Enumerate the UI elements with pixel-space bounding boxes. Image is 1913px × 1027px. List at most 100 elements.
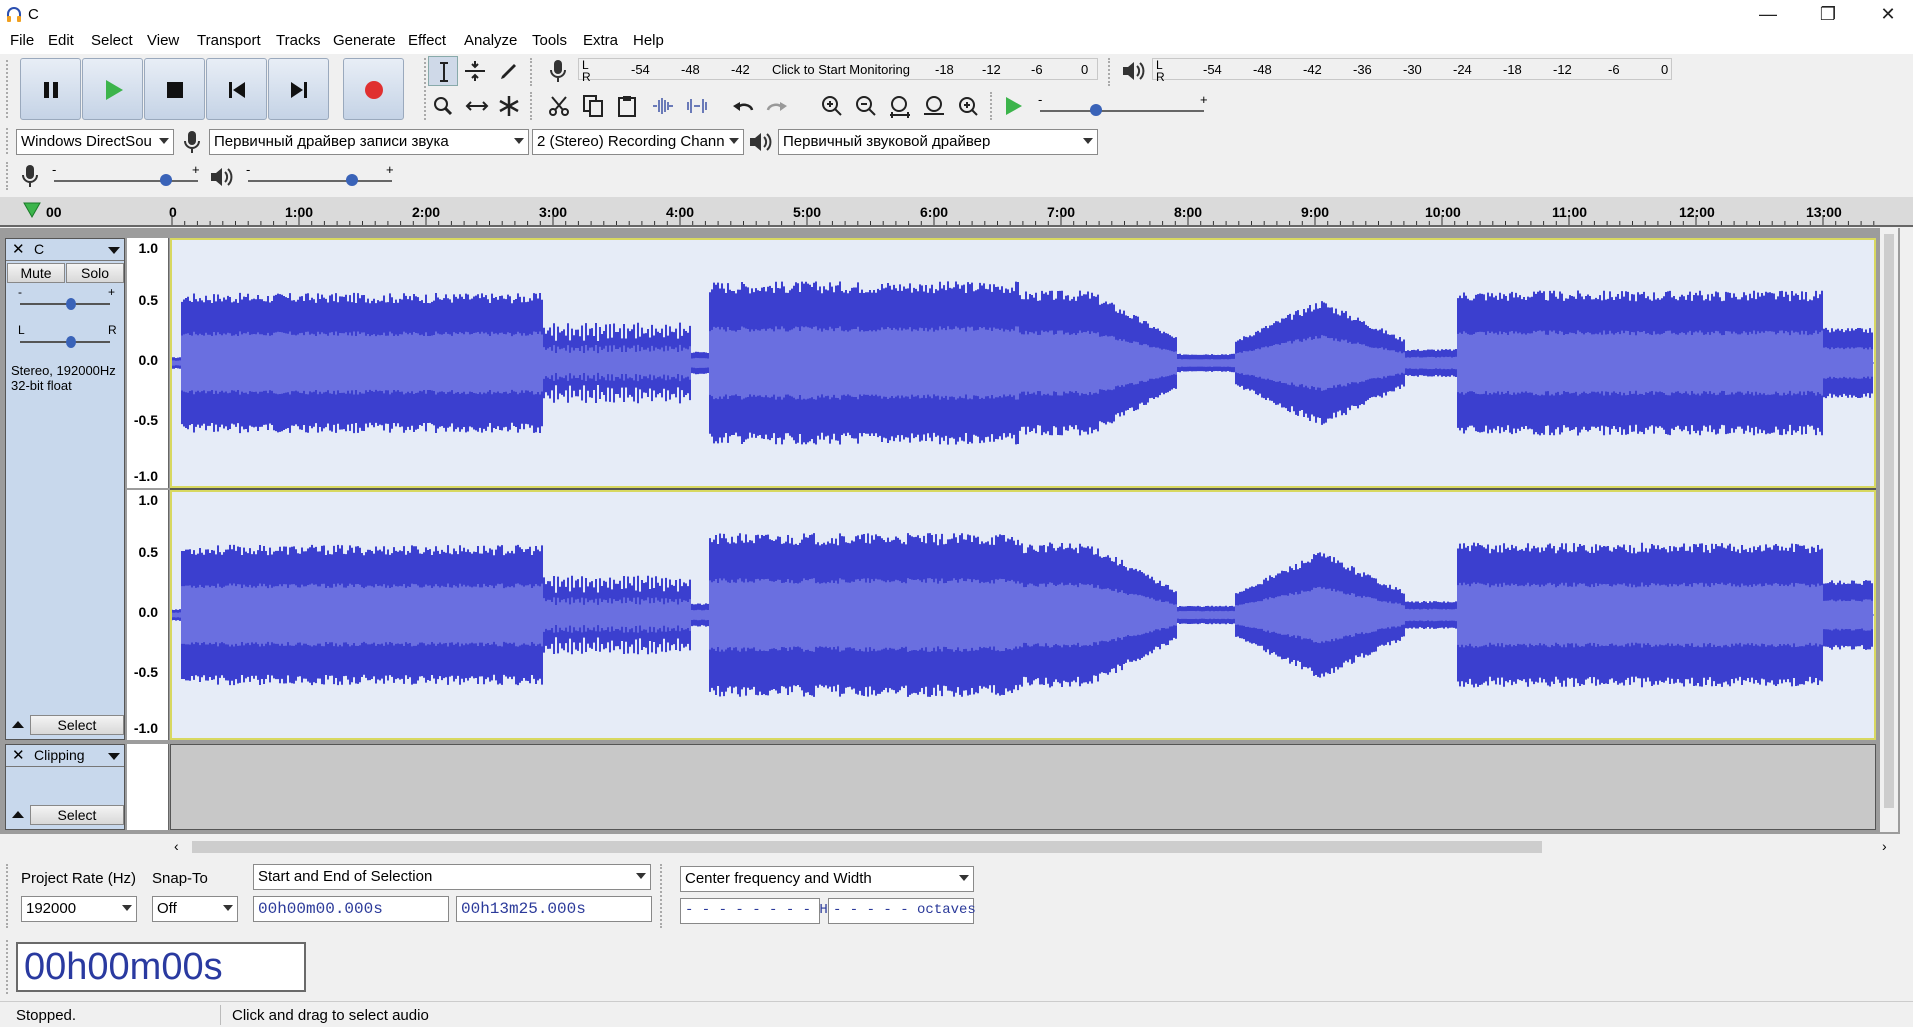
draw-tool-button[interactable] — [494, 56, 524, 86]
toolbar-grip[interactable] — [6, 162, 12, 190]
toolbar-grip[interactable] — [6, 940, 12, 994]
pan-slider[interactable]: L R — [16, 323, 117, 353]
track-name-menu[interactable]: Clipping — [34, 747, 85, 763]
toolbar-grip[interactable] — [530, 92, 536, 120]
collapse-track-icon[interactable] — [12, 811, 24, 818]
minimize-button[interactable]: — — [1743, 0, 1793, 30]
menu-edit[interactable]: Edit — [48, 32, 74, 49]
amplitude-scale-right-channel[interactable]: 1.0 0.5 0.0 -0.5 -1.0 — [127, 490, 169, 740]
envelope-tool-button[interactable] — [460, 56, 490, 86]
menu-analyze[interactable]: Analyze — [464, 32, 517, 49]
slider-thumb[interactable] — [346, 174, 358, 186]
fit-project-button[interactable] — [919, 91, 949, 121]
audio-host-select[interactable]: Windows DirectSou — [16, 129, 174, 155]
selection-start-time[interactable]: 00h00m00.000s — [253, 896, 449, 922]
recording-volume-slider[interactable]: - + — [50, 162, 204, 188]
silence-audio-button[interactable] — [682, 91, 712, 121]
close-track-icon[interactable]: ✕ — [12, 746, 25, 764]
play-button[interactable] — [82, 58, 143, 120]
menu-view[interactable]: View — [147, 32, 179, 49]
slider-thumb[interactable] — [160, 174, 172, 186]
skip-to-start-button[interactable] — [206, 58, 267, 120]
slider-thumb[interactable] — [66, 298, 76, 310]
vertical-scrollbar[interactable] — [1880, 228, 1898, 832]
menu-tools[interactable]: Tools — [532, 32, 567, 49]
microphone-icon[interactable] — [546, 58, 570, 84]
center-frequency-field[interactable]: - - - - - - - - Hz — [680, 898, 836, 924]
gain-slider[interactable]: - + — [16, 285, 116, 315]
menu-help[interactable]: Help — [633, 32, 664, 49]
scroll-right-icon[interactable]: › — [1882, 838, 1887, 854]
selection-end-time[interactable]: 00h13m25.000s — [456, 896, 652, 922]
redo-button[interactable] — [762, 91, 792, 121]
zoom-in-button[interactable] — [817, 91, 847, 121]
restore-button[interactable]: ❐ — [1803, 0, 1853, 30]
close-button[interactable]: ✕ — [1863, 0, 1913, 30]
zoom-tool-button[interactable] — [428, 91, 458, 121]
menu-select[interactable]: Select — [91, 32, 133, 49]
select-track-button[interactable]: Select — [30, 715, 124, 735]
multi-tool-button[interactable] — [494, 91, 524, 121]
spectral-mode-select[interactable]: Center frequency and Width — [680, 866, 974, 892]
menu-generate[interactable]: Generate — [333, 32, 396, 49]
select-track-button[interactable]: Select — [30, 805, 124, 825]
recording-device-select[interactable]: Первичный драйвер записи звука — [209, 129, 529, 155]
collapse-track-icon[interactable] — [12, 721, 24, 728]
waveform-left-channel[interactable] — [170, 238, 1876, 488]
speaker-icon[interactable] — [1120, 58, 1146, 84]
scrollbar-thumb[interactable] — [192, 841, 1542, 853]
trim-audio-button[interactable] — [648, 91, 678, 121]
recording-meter[interactable]: L R -54 -48 -42 Click to Start Monitorin… — [578, 58, 1098, 84]
selection-tool-button[interactable] — [428, 56, 458, 86]
bandwidth-field[interactable]: - - - - - octaves — [828, 898, 976, 924]
slider-thumb[interactable] — [66, 336, 76, 348]
toolbar-grip[interactable] — [6, 864, 12, 928]
toolbar-grip[interactable] — [6, 128, 12, 154]
toolbar-grip[interactable] — [990, 92, 996, 120]
playback-meter[interactable]: L R -54 -48 -42 -36 -30 -24 -18 -12 -6 0 — [1152, 58, 1672, 84]
project-rate-select[interactable]: 192000 — [21, 896, 137, 922]
record-button[interactable] — [343, 58, 404, 120]
solo-button[interactable]: Solo — [66, 263, 124, 283]
label-track-area[interactable] — [170, 744, 1876, 830]
amplitude-scale-left-channel[interactable]: 1.0 0.5 0.0 -0.5 -1.0 — [127, 238, 169, 488]
skip-to-end-button[interactable] — [268, 58, 329, 120]
playback-device-select[interactable]: Первичный звуковой драйвер — [778, 129, 1098, 155]
toolbar-grip[interactable] — [1108, 58, 1114, 86]
stop-button[interactable] — [144, 58, 205, 120]
track-name-menu[interactable]: C — [34, 241, 44, 257]
undo-button[interactable] — [728, 91, 758, 121]
toolbar-grip[interactable] — [530, 58, 536, 86]
playback-speed-slider[interactable]: - + — [1036, 92, 1210, 118]
menu-tracks[interactable]: Tracks — [276, 32, 320, 49]
zoom-toggle-button[interactable] — [953, 91, 983, 121]
time-shift-tool-button[interactable] — [462, 91, 492, 121]
play-at-speed-button[interactable] — [998, 91, 1028, 121]
play-head-icon[interactable] — [22, 201, 42, 219]
snap-to-select[interactable]: Off — [152, 896, 238, 922]
toolbar-grip[interactable] — [660, 864, 666, 928]
timeline-ruler[interactable]: 00 0 1:00 2:00 3:00 4:00 5:00 6:00 7:00 … — [0, 197, 1913, 227]
audio-position-display[interactable]: 00h00m00s — [16, 942, 306, 992]
track-menu-arrow-icon[interactable] — [108, 753, 120, 760]
recording-channels-select[interactable]: 2 (Stereo) Recording Chann — [532, 129, 744, 155]
scrollbar-thumb[interactable] — [1884, 234, 1894, 808]
playback-volume-slider[interactable]: - + — [244, 162, 400, 188]
scroll-left-icon[interactable]: ‹ — [174, 838, 179, 854]
menu-extra[interactable]: Extra — [583, 32, 618, 49]
paste-button[interactable] — [612, 91, 642, 121]
copy-button[interactable] — [578, 91, 608, 121]
pause-button[interactable] — [20, 58, 81, 120]
mute-button[interactable]: Mute — [7, 263, 65, 283]
fit-selection-button[interactable] — [885, 91, 915, 121]
menu-effect[interactable]: Effect — [408, 32, 446, 49]
menu-transport[interactable]: Transport — [197, 32, 261, 49]
slider-thumb[interactable] — [1090, 104, 1102, 116]
track-menu-arrow-icon[interactable] — [108, 247, 120, 254]
menu-file[interactable]: File — [10, 32, 34, 49]
horizontal-scrollbar[interactable]: ‹ › — [170, 837, 1890, 857]
zoom-out-button[interactable] — [851, 91, 881, 121]
toolbar-grip[interactable] — [6, 60, 12, 118]
cut-button[interactable] — [544, 91, 574, 121]
close-track-icon[interactable]: ✕ — [12, 240, 25, 258]
